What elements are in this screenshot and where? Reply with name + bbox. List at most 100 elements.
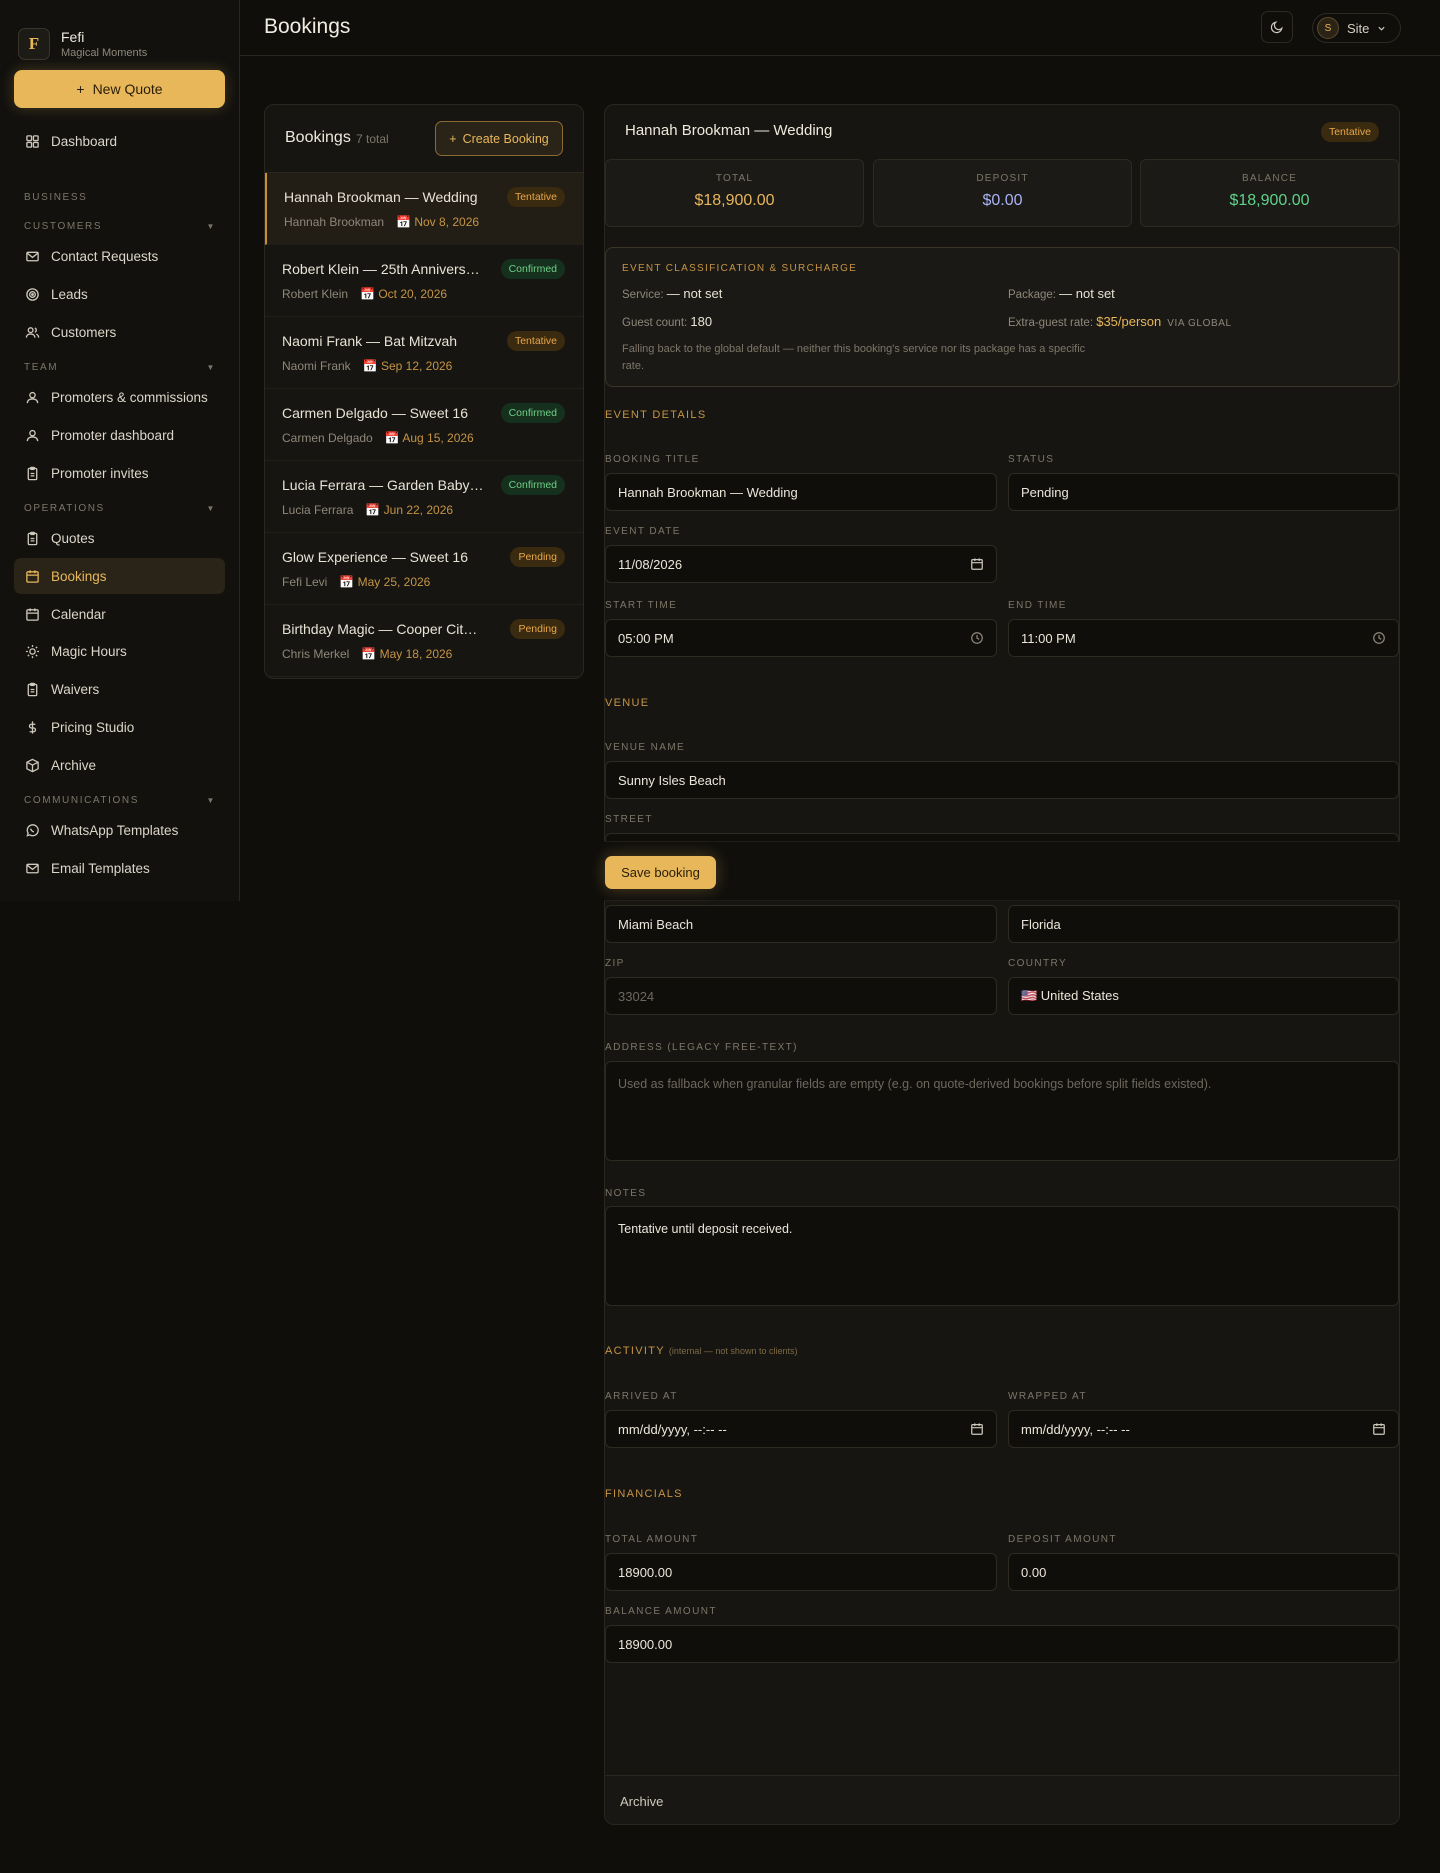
sidebar-item-label: Dashboard: [51, 133, 118, 149]
classification-note: Falling back to the global default — nei…: [622, 343, 1086, 372]
bookings-list-header: Bookings 7 total + Create Booking: [265, 105, 583, 173]
section-operations[interactable]: OPERATIONS ▼: [24, 503, 224, 514]
brand-name: Fefi: [61, 29, 85, 45]
booking-item-title: Birthday Magic — Cooper City Party: [282, 621, 484, 637]
sidebar-item-promoter-invites[interactable]: Promoter invites: [14, 455, 225, 491]
booking-item-date: 📅 Aug 15, 2026: [384, 431, 474, 445]
event-date-input[interactable]: 11/08/2026: [605, 545, 997, 583]
booking-item-meta: Carmen Delgado 📅 Aug 15, 2026: [282, 431, 474, 445]
clock-icon[interactable]: [1372, 631, 1386, 645]
sidebar-item-leads[interactable]: Leads: [14, 276, 225, 312]
sidebar-item-bookings[interactable]: Bookings: [14, 558, 225, 594]
booking-item-date: 📅 Nov 8, 2026: [396, 215, 480, 229]
create-booking-button[interactable]: + Create Booking: [435, 121, 563, 156]
zip-label: ZIP: [605, 958, 625, 969]
site-menu-button[interactable]: S Site: [1312, 13, 1401, 43]
new-quote-label: New Quote: [92, 81, 163, 97]
wrapped-at-label: WRAPPED AT: [1008, 1391, 1087, 1402]
sidebar-item-customers[interactable]: Customers: [14, 314, 225, 350]
booking-list-item[interactable]: Lucia Ferrara — Garden Baby … Confirmed Lu…: [265, 461, 583, 533]
total-amount-input[interactable]: 18900.00: [605, 1553, 997, 1591]
country-select[interactable]: 🇺🇸 United States: [1008, 977, 1399, 1015]
status-badge: Pending: [510, 547, 565, 567]
sidebar-item-promoters[interactable]: Promoters & commissions: [14, 379, 225, 415]
calendar-icon[interactable]: [970, 557, 984, 571]
archive-row: Archive: [605, 1775, 1399, 1824]
booking-list-item[interactable]: Carmen Delgado — Sweet 16 Confirmed Carmen…: [265, 389, 583, 461]
financials-heading: FINANCIALS: [605, 1488, 683, 1500]
wrapped-at-value: mm/dd/yyyy, --:-- --: [1021, 1421, 1130, 1437]
wrapped-at-input[interactable]: mm/dd/yyyy, --:-- --: [1008, 1410, 1399, 1448]
sidebar-item-label: Archive: [51, 757, 97, 773]
event-date-value: 11/08/2026: [618, 556, 683, 572]
chevron-down-icon: [1378, 26, 1386, 31]
calendar-icon[interactable]: [970, 1422, 984, 1436]
arrived-at-input[interactable]: mm/dd/yyyy, --:-- --: [605, 1410, 997, 1448]
sidebar-item-label: Promoters & commissions: [51, 389, 208, 405]
calendar-icon: [26, 569, 39, 583]
whatsapp-icon: [26, 823, 39, 837]
section-customers[interactable]: CUSTOMERS ▼: [24, 221, 224, 232]
brand-logo: F: [18, 28, 50, 60]
booking-list-item[interactable]: Glow Experience — Sweet 16 Pending Fefi Le…: [265, 533, 583, 605]
save-bar: Save booking: [604, 841, 1400, 901]
status-select[interactable]: Pending: [1008, 473, 1399, 511]
notes-label: NOTES: [605, 1188, 647, 1199]
booking-item-meta: Hannah Brookman 📅 Nov 8, 2026: [284, 215, 479, 229]
booking-list-item[interactable]: Birthday Magic — Cooper City Party Pendin…: [265, 605, 583, 677]
sidebar-item-archive[interactable]: Archive: [14, 747, 225, 783]
sidebar-item-pricing-studio[interactable]: Pricing Studio: [14, 709, 225, 745]
sidebar-item-waivers[interactable]: Waivers: [14, 671, 225, 707]
sidebar-item-contact-requests[interactable]: Contact Requests: [14, 238, 225, 274]
archive-button[interactable]: Archive: [620, 1794, 663, 1809]
summary-deposit: DEPOSIT $0.00: [873, 159, 1132, 227]
sidebar-item-whatsapp-templates[interactable]: WhatsApp Templates: [14, 812, 225, 848]
sidebar-item-dashboard[interactable]: Dashboard: [14, 123, 225, 159]
clipboard-icon: [27, 466, 38, 480]
street-label: STREET: [605, 814, 653, 825]
address-textarea[interactable]: Used as fallback when granular fields ar…: [605, 1061, 1399, 1161]
country-label: COUNTRY: [1008, 958, 1068, 969]
save-booking-button[interactable]: Save booking: [605, 856, 716, 889]
booking-list-item[interactable]: Hannah Brookman — Wedding Tentative Hannah…: [265, 173, 583, 245]
theme-toggle-button[interactable]: [1261, 11, 1293, 43]
rate-source: VIA GLOBAL: [1167, 318, 1232, 329]
booking-list-item[interactable]: Naomi Frank — Bat Mitzvah Tentative Naomi …: [265, 317, 583, 389]
venue-name-input[interactable]: Sunny Isles Beach: [605, 761, 1399, 799]
calendar-icon: [26, 607, 39, 621]
deposit-amount-input[interactable]: 0.00: [1008, 1553, 1399, 1591]
sidebar-item-calendar[interactable]: Calendar: [14, 596, 225, 632]
start-time-input[interactable]: 05:00 PM: [605, 619, 997, 657]
city-input[interactable]: Miami Beach: [605, 905, 997, 943]
section-communications[interactable]: COMMUNICATIONS ▼: [24, 795, 224, 806]
calendar-icon[interactable]: [1372, 1422, 1386, 1436]
booking-list-item[interactable]: Robert Klein — 25th Anniversary Confirmed…: [265, 245, 583, 317]
sidebar-item-label: Contact Requests: [51, 248, 159, 264]
state-input[interactable]: Florida: [1008, 905, 1399, 943]
zip-input[interactable]: 33024: [605, 977, 997, 1015]
dollar-icon: [28, 720, 37, 734]
sidebar-item-promoter-dashboard[interactable]: Promoter dashboard: [14, 417, 225, 453]
sidebar-item-quotes[interactable]: Quotes: [14, 520, 225, 556]
guest-count-value: 180: [690, 314, 713, 329]
balance-amount-input[interactable]: 18900.00: [605, 1625, 1399, 1663]
booking-item-customer: Chris Merkel: [282, 647, 350, 661]
event-details-heading: EVENT DETAILS: [605, 409, 707, 421]
booking-item-date: 📅 May 25, 2026: [339, 575, 431, 589]
sidebar-item-email-templates[interactable]: Email Templates: [14, 850, 225, 886]
booking-item-date: 📅 May 18, 2026: [361, 647, 453, 661]
brand[interactable]: F Fefi Magical Moments: [0, 0, 239, 70]
section-team[interactable]: TEAM ▼: [24, 362, 224, 373]
booking-item-title: Naomi Frank — Bat Mitzvah: [282, 333, 458, 349]
event-date-label: EVENT DATE: [605, 526, 681, 537]
notes-textarea[interactable]: Tentative until deposit received.: [605, 1206, 1399, 1306]
booking-title-input[interactable]: Hannah Brookman — Wedding: [605, 473, 997, 511]
clock-icon[interactable]: [970, 631, 984, 645]
guest-count-field: Guest count: 180: [622, 314, 712, 329]
new-quote-button[interactable]: + New Quote: [14, 70, 225, 108]
booking-item-customer: Naomi Frank: [282, 359, 351, 373]
target-icon: [26, 287, 39, 301]
end-time-input[interactable]: 11:00 PM: [1008, 619, 1399, 657]
sidebar-item-magic-hours[interactable]: Magic Hours: [14, 633, 225, 669]
mail-icon: [26, 863, 39, 873]
